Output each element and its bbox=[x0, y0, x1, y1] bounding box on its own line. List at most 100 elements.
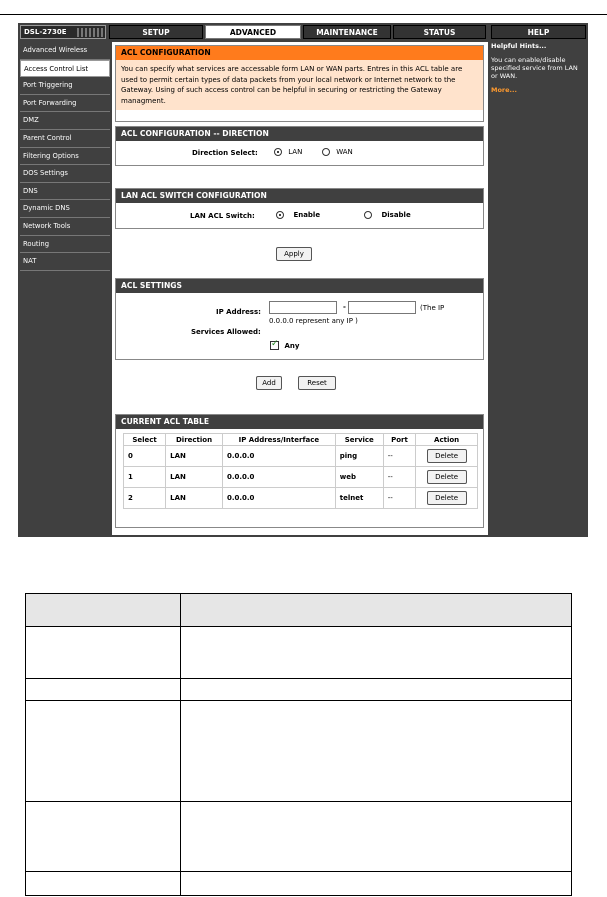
acl-configuration-description: You can specify what services are access… bbox=[116, 60, 483, 111]
lan-switch-enable-label: Enable bbox=[293, 211, 321, 219]
table-rule bbox=[25, 593, 572, 594]
direction-wan-label: WAN bbox=[336, 148, 353, 156]
direction-wan-option[interactable]: WAN bbox=[322, 148, 353, 156]
cell-port: -- bbox=[382, 466, 417, 488]
table-rule bbox=[25, 700, 572, 701]
table-rule bbox=[180, 593, 181, 896]
col-header-action: Action bbox=[415, 433, 478, 446]
direction-section: ACL CONFIGURATION -- DIRECTION Direction… bbox=[115, 126, 484, 166]
table-row: 2 LAN 0.0.0.0 telnet -- Delete bbox=[122, 487, 478, 509]
sidebar-item-parent-control[interactable]: Parent Control bbox=[20, 129, 110, 148]
table-rule bbox=[25, 678, 572, 679]
sidebar-item-filtering-options[interactable]: Filtering Options bbox=[20, 147, 110, 166]
direction-title: ACL CONFIGURATION -- DIRECTION bbox=[116, 127, 483, 141]
cell-port: -- bbox=[382, 487, 417, 509]
table-rule bbox=[25, 593, 26, 896]
cell-service: ping bbox=[334, 445, 384, 467]
cell-direction: LAN bbox=[165, 466, 223, 488]
lan-switch-disable-label: Disable bbox=[381, 211, 411, 219]
col-header-ip: IP Address/Interface bbox=[221, 433, 336, 446]
acl-configuration-section: ACL CONFIGURATION You can specify what s… bbox=[115, 45, 484, 122]
parameter-table bbox=[25, 593, 572, 896]
sidebar-item-dns[interactable]: DNS bbox=[20, 182, 110, 201]
sidebar-item-dos-settings[interactable]: DOS Settings bbox=[20, 165, 110, 183]
lan-switch-label: LAN ACL Switch: bbox=[190, 212, 255, 220]
current-acl-table-section: CURRENT ACL TABLE Select Direction IP Ad… bbox=[115, 414, 484, 528]
ip-end-input[interactable] bbox=[348, 301, 416, 314]
sidebar-item-port-forwarding[interactable]: Port Forwarding bbox=[20, 94, 110, 113]
cell-service: telnet bbox=[334, 487, 384, 509]
cell-action: Delete bbox=[415, 445, 478, 467]
page-top-rule bbox=[0, 14, 607, 15]
delete-button[interactable]: Delete bbox=[426, 491, 467, 505]
table-rule bbox=[571, 593, 572, 896]
apply-button[interactable]: Apply bbox=[276, 247, 312, 261]
col-header-port: Port bbox=[382, 433, 417, 446]
logo-text: DSL-2730E bbox=[24, 28, 67, 36]
col-header-service: Service bbox=[334, 433, 384, 446]
cell-service: web bbox=[334, 466, 384, 488]
help-title: Helpful Hints... bbox=[491, 42, 547, 50]
lan-switch-section: LAN ACL SWITCH CONFIGURATION LAN ACL Swi… bbox=[115, 188, 484, 229]
acl-settings-title: ACL SETTINGS bbox=[116, 279, 483, 293]
tab-setup[interactable]: SETUP bbox=[109, 25, 203, 39]
direction-wan-radio[interactable] bbox=[322, 148, 330, 156]
lan-switch-enable-radio[interactable] bbox=[276, 211, 284, 219]
services-any-option[interactable]: Any bbox=[270, 339, 299, 350]
ip-hint-text: (The IP bbox=[420, 304, 445, 312]
col-header-select: Select bbox=[122, 433, 167, 446]
table-rule bbox=[25, 626, 572, 627]
sidebar: Advanced Wireless Access Control List Po… bbox=[20, 42, 110, 271]
lan-switch-disable-option[interactable]: Disable bbox=[364, 211, 411, 219]
tab-maintenance[interactable]: MAINTENANCE bbox=[303, 25, 391, 39]
product-logo: DSL-2730E bbox=[20, 25, 106, 39]
table-row: 1 LAN 0.0.0.0 web -- Delete bbox=[122, 466, 478, 488]
sidebar-item-network-tools[interactable]: Network Tools bbox=[20, 217, 110, 236]
lan-switch-disable-radio[interactable] bbox=[364, 211, 372, 219]
acl-table: Select Direction IP Address/Interface Se… bbox=[122, 433, 478, 509]
sidebar-item-nat[interactable]: NAT bbox=[20, 253, 110, 271]
direction-lan-radio[interactable] bbox=[274, 148, 282, 156]
col-header-direction: Direction bbox=[165, 433, 223, 446]
add-button[interactable]: Add bbox=[256, 376, 282, 390]
lan-switch-enable-option[interactable]: Enable bbox=[276, 211, 320, 219]
cell-ip: 0.0.0.0 bbox=[221, 487, 336, 509]
sidebar-item-advanced-wireless[interactable]: Advanced Wireless bbox=[20, 42, 110, 60]
direction-lan-option[interactable]: LAN bbox=[274, 148, 302, 156]
sidebar-item-access-control-list[interactable]: Access Control List bbox=[20, 59, 110, 78]
sidebar-item-port-triggering[interactable]: Port Triggering bbox=[20, 77, 110, 95]
table-row: 0 LAN 0.0.0.0 ping -- Delete bbox=[122, 445, 478, 467]
parameter-table-header bbox=[25, 593, 572, 626]
cell-select: 2 bbox=[122, 487, 167, 509]
acl-settings-section: ACL SETTINGS IP Address: - (The IP 0.0.0… bbox=[115, 278, 484, 360]
delete-button[interactable]: Delete bbox=[426, 449, 467, 463]
sidebar-item-dynamic-dns[interactable]: Dynamic DNS bbox=[20, 200, 110, 218]
lan-switch-title: LAN ACL SWITCH CONFIGURATION bbox=[116, 189, 483, 203]
main-content: ACL CONFIGURATION You can specify what s… bbox=[112, 42, 488, 535]
table-rule bbox=[25, 895, 572, 896]
delete-button[interactable]: Delete bbox=[426, 470, 467, 484]
acl-configuration-title: ACL CONFIGURATION bbox=[116, 46, 483, 60]
logo-stripes bbox=[77, 28, 103, 37]
cell-port: -- bbox=[382, 445, 417, 467]
acl-table-header-row: Select Direction IP Address/Interface Se… bbox=[122, 433, 478, 446]
current-acl-table-title: CURRENT ACL TABLE bbox=[116, 415, 483, 429]
ip-address-label: IP Address: bbox=[216, 308, 261, 316]
cell-ip: 0.0.0.0 bbox=[221, 466, 336, 488]
tab-status[interactable]: STATUS bbox=[393, 25, 486, 39]
sidebar-item-routing[interactable]: Routing bbox=[20, 235, 110, 254]
sidebar-item-dmz[interactable]: DMZ bbox=[20, 112, 110, 130]
help-more-link[interactable]: More... bbox=[491, 86, 586, 94]
ip-start-input[interactable] bbox=[269, 301, 337, 314]
cell-action: Delete bbox=[415, 487, 478, 509]
cell-select: 0 bbox=[122, 445, 167, 467]
tab-help[interactable]: HELP bbox=[491, 25, 586, 39]
help-text: You can enable/disable specified service… bbox=[491, 56, 578, 80]
tab-advanced[interactable]: ADVANCED bbox=[205, 25, 301, 39]
reset-button[interactable]: Reset bbox=[298, 376, 336, 390]
ip-hint-text-2: 0.0.0.0 represent any IP ) bbox=[269, 317, 358, 325]
services-allowed-label: Services Allowed: bbox=[191, 328, 261, 336]
cell-action: Delete bbox=[415, 466, 478, 488]
table-rule bbox=[25, 871, 572, 872]
services-any-checkbox[interactable] bbox=[270, 339, 279, 350]
